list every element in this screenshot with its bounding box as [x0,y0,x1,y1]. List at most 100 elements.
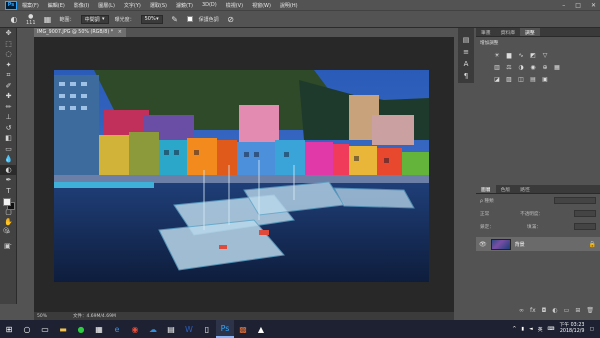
screen-mode-icon[interactable]: ▣ [4,242,11,250]
posterize-icon[interactable]: ▨ [505,75,513,83]
pen-tool-icon[interactable]: ✒ [0,175,17,186]
delete-layer-icon[interactable]: 🗑 [586,307,594,314]
history-icon[interactable]: ▤ [463,36,470,44]
healing-tool-icon[interactable]: ✚ [0,91,17,102]
tray-chevron-icon[interactable]: ^ [512,327,516,332]
quick-mask-icon[interactable]: ◎ [3,226,9,234]
curves-icon[interactable]: ∿ [517,51,525,59]
menu-layer[interactable]: 圖層(L) [98,2,115,9]
tab-swatches[interactable]: 筆畫 [476,28,496,36]
character-icon[interactable]: A [464,60,469,68]
brush-settings-icon[interactable]: ▦ [42,13,54,25]
close-tab-icon[interactable]: × [118,29,122,35]
type-tool-icon[interactable]: T [0,186,17,197]
menu-edit[interactable]: 編輯(E) [48,2,65,9]
close-icon[interactable]: ✕ [591,2,596,9]
brush-tool-icon[interactable]: ✏ [0,102,17,113]
lasso-tool-icon[interactable]: ◌ [0,49,17,60]
search-icon[interactable]: ○ [18,320,36,338]
volume-icon[interactable]: ◄ [529,327,533,332]
dodge-tool-icon[interactable]: ◐ [8,13,20,25]
range-select[interactable]: 中間調 ▾ [80,14,109,24]
photos-icon[interactable]: ▲ [252,320,270,338]
notification-icon[interactable]: ▢ [589,327,594,332]
new-group-icon[interactable]: ▭ [564,307,570,314]
invert-icon[interactable]: ◪ [493,75,501,83]
hue-saturation-icon[interactable]: ▥ [493,63,501,71]
onedrive-icon[interactable]: ☁ [144,320,162,338]
menu-type[interactable]: 文字(Y) [124,2,141,9]
tab-layers[interactable]: 圖層 [476,185,496,193]
photoshop-taskbar-icon[interactable]: Ps [216,320,234,338]
canvas-area[interactable] [34,37,454,312]
menu-help[interactable]: 說明(H) [280,2,298,9]
layer-style-icon[interactable]: fx [530,307,536,314]
marquee-tool-icon[interactable]: ⬚ [0,39,17,50]
folder-icon[interactable]: ▤ [162,320,180,338]
color-balance-icon[interactable]: ⚖ [505,63,513,71]
start-button-icon[interactable]: ⊞ [0,320,18,338]
app-icon[interactable]: ▩ [234,320,252,338]
menu-view[interactable]: 檢視(V) [226,2,243,9]
airbrush-icon[interactable]: ✎ [169,13,181,25]
kind-filter[interactable]: ρ 種類 [480,198,494,204]
black-white-icon[interactable]: ◑ [517,63,525,71]
threshold-icon[interactable]: ◫ [517,75,525,83]
new-layer-icon[interactable]: ⊞ [575,307,580,314]
foreground-color-swatch[interactable] [3,198,11,206]
history-brush-icon[interactable]: ↺ [0,123,17,134]
exposure-input[interactable]: 50% ▾ [140,14,163,24]
selective-color-icon[interactable]: ▣ [541,75,549,83]
new-adjustment-icon[interactable]: ◐ [552,307,557,314]
ime-indicator[interactable]: 英 [538,326,543,333]
properties-icon[interactable]: ≡ [463,48,469,56]
network-icon[interactable]: ▮ [521,327,524,332]
minimize-icon[interactable]: – [562,2,565,9]
brightness-icon[interactable]: ☀ [493,51,501,59]
tab-paths[interactable]: 路徑 [515,185,535,193]
menu-window[interactable]: 視窗(W) [252,2,271,9]
opacity-input[interactable] [574,210,596,217]
word-icon[interactable]: W [180,320,198,338]
protect-tones-checkbox[interactable] [186,16,193,22]
exposure-icon[interactable]: ◩ [529,51,537,59]
zoom-level[interactable]: 50% [37,314,47,319]
clock[interactable]: 下午 03:23 2018/12/9 [560,323,585,335]
maximize-icon[interactable]: □ [575,2,581,9]
gradient-tool-icon[interactable]: ▭ [0,144,17,155]
eraser-tool-icon[interactable]: ◧ [0,133,17,144]
kind-filter-select[interactable] [554,197,596,204]
eyedropper-tool-icon[interactable]: ✐ [0,81,17,92]
color-lookup-icon[interactable]: ▦ [553,63,561,71]
fill-input[interactable] [574,223,596,230]
dodge-tool-active-icon[interactable]: ◐ [0,164,17,175]
menu-filter[interactable]: 濾鏡(T) [176,2,193,9]
menu-file[interactable]: 檔案(F) [22,2,39,9]
keyboard-icon[interactable]: ⌨ [548,327,555,332]
file-explorer-icon[interactable]: ▬ [54,320,72,338]
eye-visibility-icon[interactable]: 👁 [479,241,487,248]
photo-filter-icon[interactable]: ◉ [529,63,537,71]
tab-libraries[interactable]: 資料庫 [496,28,520,36]
tablet-icon[interactable]: ▯ [198,320,216,338]
paragraph-icon[interactable]: ¶ [464,72,468,80]
brush-preset-picker[interactable]: ● 111 [26,13,36,26]
stamp-tool-icon[interactable]: ⊥ [0,112,17,123]
add-mask-icon[interactable]: ◘ [542,307,547,314]
link-layers-icon[interactable]: ∞ [519,307,524,314]
pressure-icon[interactable]: ⊘ [225,13,237,25]
line-app-icon[interactable]: ● [72,320,90,338]
quick-select-tool-icon[interactable]: ✦ [0,60,17,71]
channel-mixer-icon[interactable]: ⊕ [541,63,549,71]
tab-adjustments[interactable]: 調整 [520,28,540,36]
harbor-photo[interactable] [54,70,429,282]
menu-3d[interactable]: 3D(D) [202,2,217,8]
calculator-icon[interactable]: ▦ [90,320,108,338]
blur-tool-icon[interactable]: 💧 [0,154,17,165]
chrome-icon[interactable]: ◉ [126,320,144,338]
layer-row-background[interactable]: 👁 背景 🔒 [476,237,600,251]
edge-browser-icon[interactable]: e [108,320,126,338]
gradient-map-icon[interactable]: ▤ [529,75,537,83]
menu-select[interactable]: 選取(S) [150,2,167,9]
levels-icon[interactable]: ▆ [505,51,513,59]
